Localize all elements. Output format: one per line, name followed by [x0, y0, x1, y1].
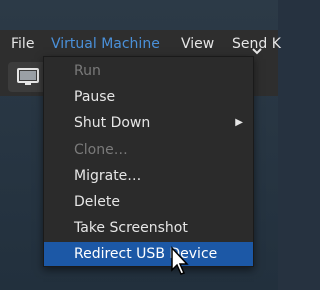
menu-item-delete[interactable]: Delete: [44, 190, 253, 214]
menu-item-migrate[interactable]: Migrate…: [44, 164, 253, 188]
menubar: File Virtual Machine View Send K: [0, 30, 281, 58]
submenu-arrow-icon: ▶: [235, 117, 243, 128]
console-button[interactable]: [8, 62, 48, 92]
menu-item-clone[interactable]: Clone…: [44, 138, 253, 162]
monitor-icon: [17, 68, 39, 85]
menu-file[interactable]: File: [11, 30, 34, 58]
menu-item-label: Shut Down: [74, 115, 151, 131]
menu-item-take-screenshot[interactable]: Take Screenshot: [44, 216, 253, 240]
menu-item-run[interactable]: Run: [44, 59, 253, 83]
menu-view[interactable]: View: [181, 30, 214, 58]
menu-item-shut-down[interactable]: Shut Down ▶: [44, 111, 253, 135]
menu-item-pause[interactable]: Pause: [44, 85, 253, 109]
virtual-machine-menu: Run Pause Shut Down ▶ Clone… Migrate… De…: [43, 56, 254, 267]
menu-virtual-machine[interactable]: Virtual Machine: [51, 30, 160, 58]
mouse-cursor-icon: [171, 246, 189, 275]
menu-item-redirect-usb[interactable]: Redirect USB Device: [44, 242, 253, 266]
